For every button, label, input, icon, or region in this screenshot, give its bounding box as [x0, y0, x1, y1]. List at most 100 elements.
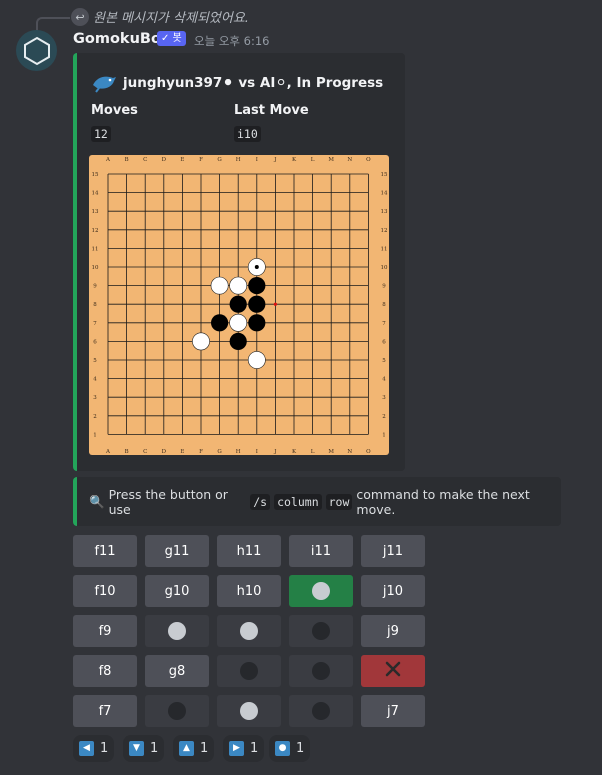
field-moves-name: Moves: [91, 103, 138, 118]
timestamp: 오늘 오후 6:16: [194, 34, 270, 48]
row-label: 12: [381, 228, 388, 234]
row-label: 11: [381, 246, 388, 252]
avatar[interactable]: [16, 30, 57, 71]
occupied-cell-button[interactable]: [217, 615, 281, 647]
occupied-cell-button[interactable]: [217, 695, 281, 727]
left-arrow-icon: ◀: [79, 741, 94, 756]
column-label: F: [199, 449, 203, 455]
black-stone-icon: [240, 662, 258, 680]
column-label: J: [273, 157, 276, 163]
row-label: 11: [92, 246, 99, 252]
row-label: 13: [381, 209, 388, 215]
row-label: 12: [92, 228, 99, 234]
column-label: D: [162, 157, 167, 163]
occupied-cell-button[interactable]: [289, 575, 353, 607]
move-button-h10[interactable]: h10: [217, 575, 281, 607]
right-arrow-icon: ▶: [229, 741, 244, 756]
move-button-j9[interactable]: j9: [361, 615, 425, 647]
occupied-cell-button[interactable]: [145, 695, 209, 727]
column-label: N: [347, 449, 352, 455]
move-button-h11[interactable]: h11: [217, 535, 281, 567]
column-label: N: [347, 157, 352, 163]
author-name[interactable]: GomokuBot: [73, 31, 168, 47]
instruction-embed: 🔍 Press the button or use /s column row …: [73, 477, 561, 526]
row-label: 8: [382, 302, 386, 308]
note-cmd-column: column: [274, 493, 322, 510]
last-move-marker: [254, 265, 259, 269]
move-button-g10[interactable]: g10: [145, 575, 209, 607]
white-stone-icon: [240, 702, 258, 720]
white-stone-icon: [312, 582, 330, 600]
move-button-j11[interactable]: j11: [361, 535, 425, 567]
occupied-cell-button[interactable]: [289, 615, 353, 647]
move-button-j7[interactable]: j7: [361, 695, 425, 727]
column-label: G: [217, 449, 221, 455]
game-embed: junghyun397⚫ vs AI⚪, In Progress Moves 1…: [73, 53, 405, 471]
row-label: 3: [93, 395, 97, 401]
row-label: 10: [381, 265, 388, 271]
reaction-count: 1: [200, 741, 209, 756]
occupied-cell-button[interactable]: [217, 655, 281, 687]
magnifier-icon: 🔍: [89, 493, 105, 509]
occupied-cell-button[interactable]: [289, 655, 353, 687]
row-label: 15: [92, 172, 99, 178]
down-arrow-icon: ▼: [129, 741, 144, 756]
occupied-cell-button[interactable]: [289, 695, 353, 727]
move-button-g11[interactable]: g11: [145, 535, 209, 567]
column-label: M: [328, 157, 334, 163]
move-button-j10[interactable]: j10: [361, 575, 425, 607]
black-stone: [248, 295, 266, 313]
row-label: 1: [382, 432, 386, 438]
occupied-cell-button[interactable]: [145, 615, 209, 647]
field-last-move: Last Move i10: [234, 103, 309, 142]
white-stone: [229, 313, 248, 332]
move-button-g8[interactable]: g8: [145, 655, 209, 687]
row-label: 5: [382, 358, 386, 364]
row-label: 4: [382, 377, 386, 383]
forbidden-cell-button[interactable]: [361, 655, 425, 687]
black-stone: [229, 332, 247, 350]
black-stone-icon: [312, 702, 330, 720]
field-moves-value: 12: [91, 126, 111, 142]
move-button-f7[interactable]: f7: [73, 695, 137, 727]
row-label: 15: [381, 172, 388, 178]
reaction-record-button[interactable]: ● 1: [269, 735, 311, 762]
hexagon-icon: [23, 36, 50, 65]
column-label: C: [143, 449, 147, 455]
reaction-count: 1: [150, 741, 159, 756]
bot-tag: ✓ 봇: [157, 31, 186, 46]
column-label: J: [273, 449, 276, 455]
reaction-left-arrow[interactable]: ◀ 1: [73, 735, 115, 762]
white-stone: [229, 276, 248, 295]
row-label: 2: [382, 414, 386, 420]
column-label: B: [125, 449, 129, 455]
black-stone: [248, 314, 266, 332]
move-button-f11[interactable]: f11: [73, 535, 137, 567]
black-stone-icon: [168, 702, 186, 720]
column-label: B: [125, 157, 129, 163]
reaction-right-arrow[interactable]: ▶ 1: [223, 735, 265, 762]
move-button-f10[interactable]: f10: [73, 575, 137, 607]
embed-title: junghyun397⚫ vs AI⚪, In Progress: [123, 75, 384, 91]
column-label: L: [311, 449, 315, 455]
note-cmd-row: row: [325, 493, 353, 510]
column-label: O: [366, 449, 371, 455]
reply-deleted-text[interactable]: 원본 메시지가 삭제되었어요.: [93, 7, 249, 26]
record-button-icon: ●: [275, 741, 290, 756]
row-label: 1: [93, 432, 97, 438]
column-label: H: [236, 157, 241, 163]
move-button-f9[interactable]: f9: [73, 615, 137, 647]
reaction-count: 1: [250, 741, 259, 756]
row-label: 3: [382, 395, 386, 401]
column-label: M: [328, 449, 334, 455]
gomoku-board[interactable]: AABBCCDDEEFFGGHHIIJJKKLLMMNNOO15 1514 1413…: [89, 155, 389, 455]
row-label: 8: [93, 302, 97, 308]
move-button-f8[interactable]: f8: [73, 655, 137, 687]
reaction-down-arrow[interactable]: ▼ 1: [123, 735, 165, 762]
row-label: 10: [92, 265, 99, 271]
reply-icon: ↩: [71, 8, 89, 26]
column-label: I: [256, 157, 258, 163]
row-label: 14: [381, 191, 388, 197]
reaction-up-arrow[interactable]: ▲ 1: [173, 735, 215, 762]
move-button-i11[interactable]: i11: [289, 535, 353, 567]
